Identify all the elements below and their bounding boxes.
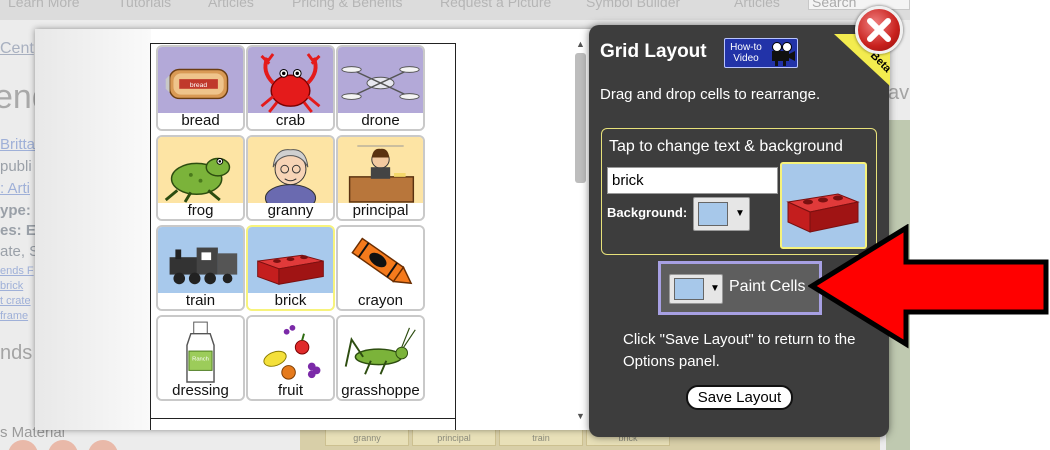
bg-line: ends F xyxy=(0,265,34,277)
save-layout-button[interactable]: Save Layout xyxy=(686,385,793,410)
bg-partial-text-right: av xyxy=(888,82,910,104)
grid-cell-granny[interactable]: granny xyxy=(246,135,335,221)
bg-line: : Arti xyxy=(0,180,31,197)
scroll-thumb[interactable] xyxy=(575,53,586,183)
grid-cell-brick[interactable]: brick xyxy=(246,225,335,311)
bg-line: ype: xyxy=(0,202,31,219)
brick-icon xyxy=(257,254,324,285)
dressing-icon: Ranch xyxy=(186,321,215,383)
bg-strip-cell: train xyxy=(499,428,583,446)
crayon-icon xyxy=(351,237,413,285)
paint-cells-label: Paint Cells xyxy=(729,278,806,295)
edit-box-title: Tap to change text & background xyxy=(609,138,843,155)
bread-pic-label: bread xyxy=(190,82,208,89)
cell-label: brick xyxy=(248,293,333,309)
bg-line: ate, S xyxy=(0,243,40,260)
grid-cell-bread[interactable]: bread bread xyxy=(156,45,245,131)
board-next-row xyxy=(150,418,456,430)
bg-line: t crate xyxy=(0,295,31,307)
dropdown-arrow-icon: ▼ xyxy=(735,208,745,219)
preview-scrollbar[interactable]: ▲ ▼ xyxy=(572,39,590,425)
bg-nav-tutorials: Tutorials xyxy=(118,0,172,10)
drag-drop-instructions: Drag and drop cells to rearrange. xyxy=(600,86,821,103)
paint-cells-button[interactable]: ▼ Paint Cells xyxy=(658,261,822,315)
dressing-pic-label: Ranch xyxy=(192,357,209,363)
drone-icon xyxy=(341,66,420,100)
howto-video-button[interactable]: How-to Video xyxy=(724,38,798,68)
grid-cell-dressing[interactable]: Ranch dressing xyxy=(156,315,245,401)
bg-nav-symbol-builder: Symbol Builder xyxy=(586,0,681,10)
grid-cell-principal[interactable]: principal xyxy=(336,135,425,221)
bg-nav-learn-more: Learn More xyxy=(8,0,80,10)
cell-label: crab xyxy=(248,113,333,129)
cell-label: dressing xyxy=(158,383,243,399)
grid-cell-frog[interactable]: frog xyxy=(156,135,245,221)
bg-partial-heading-2: nds xyxy=(0,342,33,364)
frog-icon xyxy=(164,157,231,203)
train-icon xyxy=(169,247,238,285)
bread-icon: bread xyxy=(165,68,229,100)
bg-partial-link: Cent xyxy=(0,40,34,57)
scroll-down-icon[interactable]: ▼ xyxy=(576,411,585,421)
bg-line: Britta xyxy=(0,136,36,153)
bg-line: frame xyxy=(0,310,29,322)
cell-label: fruit xyxy=(248,383,333,399)
bg-line: publi xyxy=(0,158,32,175)
bg-circle xyxy=(48,440,78,450)
bg-circle xyxy=(8,440,38,450)
panel-title: Grid Layout xyxy=(600,41,707,62)
principal-icon xyxy=(348,145,415,203)
howto-video-label: How-to Video xyxy=(730,42,762,64)
cell-label: frog xyxy=(158,203,243,219)
bg-strip-cell: granny xyxy=(325,428,409,446)
cell-label: train xyxy=(158,293,243,309)
bg-line: es: E xyxy=(0,222,36,239)
bg-strip-cell: principal xyxy=(412,428,496,446)
cell-text-input[interactable]: brick xyxy=(607,167,778,194)
grid-cell-fruit[interactable]: fruit xyxy=(246,315,335,401)
film-camera-icon xyxy=(772,42,795,66)
cell-label: bread xyxy=(158,113,243,129)
bg-line: brick xyxy=(0,280,24,292)
grid-cell-drone[interactable]: drone xyxy=(336,45,425,131)
cell-label: granny xyxy=(248,203,333,219)
dropdown-arrow-icon: ▼ xyxy=(710,283,720,294)
grid-cell-crab[interactable]: crab xyxy=(246,45,335,131)
preview-shade xyxy=(35,29,151,430)
bg-nav-request-picture: Request a Picture xyxy=(440,0,552,10)
cell-label: principal xyxy=(338,203,423,219)
grasshopper-icon xyxy=(344,327,416,375)
crab-icon xyxy=(260,53,321,113)
bg-nav-pricing: Pricing & Benefits xyxy=(292,0,403,10)
grid-cell-train[interactable]: train xyxy=(156,225,245,311)
close-button[interactable] xyxy=(855,6,903,54)
paint-color-swatch xyxy=(674,278,704,300)
cell-label: grasshoppe xyxy=(338,383,423,399)
background-color-swatch xyxy=(698,202,728,226)
grid-preview-panel: bread bread crab drone frog granny princ… xyxy=(35,29,595,430)
bg-circle xyxy=(88,440,118,450)
communication-board: bread bread crab drone frog granny princ… xyxy=(150,43,456,430)
grid-cell-crayon[interactable]: crayon xyxy=(336,225,425,311)
background-color-dropdown[interactable]: ▼ xyxy=(693,197,750,231)
close-icon xyxy=(867,18,891,42)
granny-icon xyxy=(264,149,317,209)
grid-cell-grasshoppe[interactable]: grasshoppe xyxy=(336,315,425,401)
background-label: Background: xyxy=(607,205,688,220)
scroll-up-icon[interactable]: ▲ xyxy=(576,39,585,49)
cell-label: drone xyxy=(338,113,423,129)
cell-label: crayon xyxy=(338,293,423,309)
background-nav-bar: Learn More Tutorials Articles Pricing & … xyxy=(0,0,910,20)
paint-color-dropdown[interactable]: ▼ xyxy=(669,274,723,304)
fruit-icon xyxy=(263,324,321,380)
bg-nav-articles-menu: Articles xyxy=(734,0,780,10)
pointer-arrow-annotation xyxy=(808,224,1049,349)
bg-nav-articles: Articles xyxy=(208,0,254,10)
